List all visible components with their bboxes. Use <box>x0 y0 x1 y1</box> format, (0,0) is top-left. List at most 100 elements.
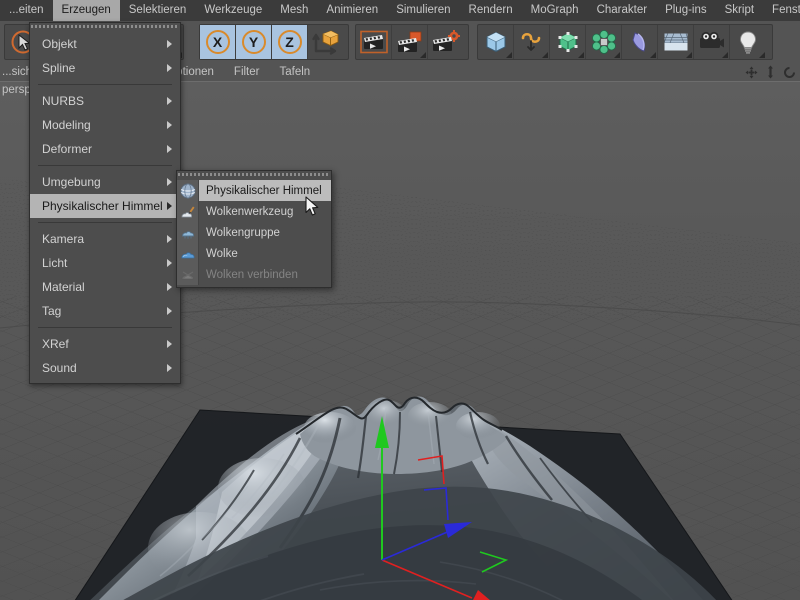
chevron-right-icon <box>167 283 172 291</box>
chevron-right-icon <box>167 340 172 348</box>
submenu-item-wolken-verbinden[interactable]: Wolken verbinden <box>177 264 331 285</box>
spline-pen-button[interactable] <box>514 25 550 59</box>
lock-x-axis-button[interactable]: X <box>200 25 236 59</box>
chevron-right-icon <box>167 307 172 315</box>
tool-corner-marker <box>420 52 426 58</box>
submenu-item-label: Wolke <box>206 247 238 260</box>
tool-corner-marker <box>542 52 548 58</box>
tool-corner-marker <box>614 52 620 58</box>
menu-erzeugen[interactable]: Erzeugen <box>52 0 120 21</box>
menu-rendern[interactable]: Rendern <box>460 0 522 21</box>
submenu-item-label: Wolkenwerkzeug <box>206 205 294 218</box>
tool-corner-marker <box>506 52 512 58</box>
render-settings-button[interactable] <box>428 25 464 59</box>
menu-fenster[interactable]: Fenster <box>763 0 800 21</box>
menu-item-label: Spline <box>42 61 76 75</box>
submenu-item-wolkengruppe[interactable]: Wolkengruppe <box>177 222 331 243</box>
menu-mograph[interactable]: MoGraph <box>522 0 588 21</box>
nurbs-generator-button[interactable] <box>550 25 586 59</box>
menu-separator <box>38 222 172 223</box>
tool-corner-marker <box>650 52 656 58</box>
menu-item-label: Tag <box>42 304 62 318</box>
cinema4d-window: ...eiten Erzeugen Selektieren Werkzeuge … <box>0 0 800 600</box>
camera-button[interactable] <box>694 25 730 59</box>
menu-mesh[interactable]: Mesh <box>271 0 317 21</box>
menu-animieren[interactable]: Animieren <box>317 0 387 21</box>
menu-item-umgebung[interactable]: Umgebung <box>30 170 180 194</box>
cloud-brush-icon <box>177 201 199 222</box>
render-view-button[interactable] <box>356 25 392 59</box>
submenu-item-physikalischer-himmel[interactable]: Physikalischer Himmel <box>177 180 331 201</box>
chevron-right-icon <box>167 64 172 72</box>
toolbar-group-objects <box>477 24 773 60</box>
mograph-cloner-button[interactable] <box>586 25 622 59</box>
menu-bearbeiten[interactable]: ...eiten <box>0 0 53 21</box>
menu-item-modeling[interactable]: Modeling <box>30 113 180 137</box>
primitive-cube-button[interactable] <box>478 25 514 59</box>
chevron-right-icon <box>167 235 172 243</box>
environment-floor-button[interactable] <box>658 25 694 59</box>
menu-item-label: Physikalischer Himmel <box>42 199 163 213</box>
menu-item-material[interactable]: Material <box>30 275 180 299</box>
submenu-item-label: Wolkengruppe <box>206 226 280 239</box>
menu-item-label: Licht <box>42 256 68 270</box>
menu-item-licht[interactable]: Licht <box>30 251 180 275</box>
submenu-item-label: Wolken verbinden <box>206 268 298 281</box>
submenu-tearoff-handle[interactable] <box>178 172 330 178</box>
menu-selektieren[interactable]: Selektieren <box>120 0 196 21</box>
lock-y-axis-label: Y <box>241 30 266 54</box>
lock-z-axis-label: Z <box>277 30 302 54</box>
lock-z-axis-button[interactable]: Z <box>272 25 308 59</box>
menu-werkzeuge[interactable]: Werkzeuge <box>195 0 271 21</box>
menu-item-spline[interactable]: Spline <box>30 56 180 80</box>
menu-item-nurbs[interactable]: NURBS <box>30 89 180 113</box>
viewport-menu-tafeln[interactable]: Tafeln <box>269 66 320 78</box>
chevron-right-icon <box>167 178 172 186</box>
menu-charakter[interactable]: Charakter <box>588 0 657 21</box>
world-coordinate-system-button[interactable] <box>308 25 344 59</box>
menu-item-objekt[interactable]: Objekt <box>30 32 180 56</box>
toolbar-group-axis-locks: X Y Z <box>199 24 349 60</box>
menu-item-xref[interactable]: XRef <box>30 332 180 356</box>
menu-tearoff-handle[interactable] <box>31 24 179 30</box>
light-button[interactable] <box>730 25 766 59</box>
menu-item-kamera[interactable]: Kamera <box>30 227 180 251</box>
menu-plugins[interactable]: Plug-ins <box>656 0 716 21</box>
chevron-right-icon <box>167 40 172 48</box>
menu-item-label: XRef <box>42 337 69 351</box>
submenu-item-wolke[interactable]: Wolke <box>177 243 331 264</box>
tool-corner-marker <box>759 52 765 58</box>
main-menu-bar: ...eiten Erzeugen Selektieren Werkzeuge … <box>0 0 800 21</box>
rotate-icon[interactable] <box>783 66 796 84</box>
submenu-item-label: Physikalischer Himmel <box>206 184 322 197</box>
render-to-picture-viewer-button[interactable] <box>392 25 428 59</box>
menu-item-label: Umgebung <box>42 175 101 189</box>
menu-simulieren[interactable]: Simulieren <box>387 0 459 21</box>
pan-icon[interactable] <box>745 66 758 84</box>
menu-item-sound[interactable]: Sound <box>30 356 180 380</box>
chevron-right-icon <box>167 145 172 153</box>
chevron-right-icon <box>167 121 172 129</box>
sky-sphere-icon <box>177 180 199 201</box>
chevron-right-icon <box>167 259 172 267</box>
cloud-group-icon <box>177 222 199 243</box>
submenu-item-wolkenwerkzeug[interactable]: Wolkenwerkzeug <box>177 201 331 222</box>
menu-item-deformer[interactable]: Deformer <box>30 137 180 161</box>
menu-separator <box>38 165 172 166</box>
tool-corner-marker <box>578 52 584 58</box>
menu-item-physikalischer-himmel[interactable]: Physikalischer Himmel <box>30 194 180 218</box>
menu-item-label: Kamera <box>42 232 85 246</box>
menu-item-label: Objekt <box>42 37 77 51</box>
chevron-right-icon <box>167 97 172 105</box>
chevron-right-icon <box>167 202 172 210</box>
dolly-icon[interactable] <box>765 65 776 84</box>
connect-clouds-icon <box>177 264 199 285</box>
menu-separator <box>38 84 172 85</box>
menu-item-tag[interactable]: Tag <box>30 299 180 323</box>
menu-skript[interactable]: Skript <box>716 0 763 21</box>
viewport-menu-filter[interactable]: Filter <box>224 66 270 78</box>
menu-item-label: Deformer <box>42 142 93 156</box>
menu-separator <box>38 327 172 328</box>
lock-y-axis-button[interactable]: Y <box>236 25 272 59</box>
deformer-button[interactable] <box>622 25 658 59</box>
